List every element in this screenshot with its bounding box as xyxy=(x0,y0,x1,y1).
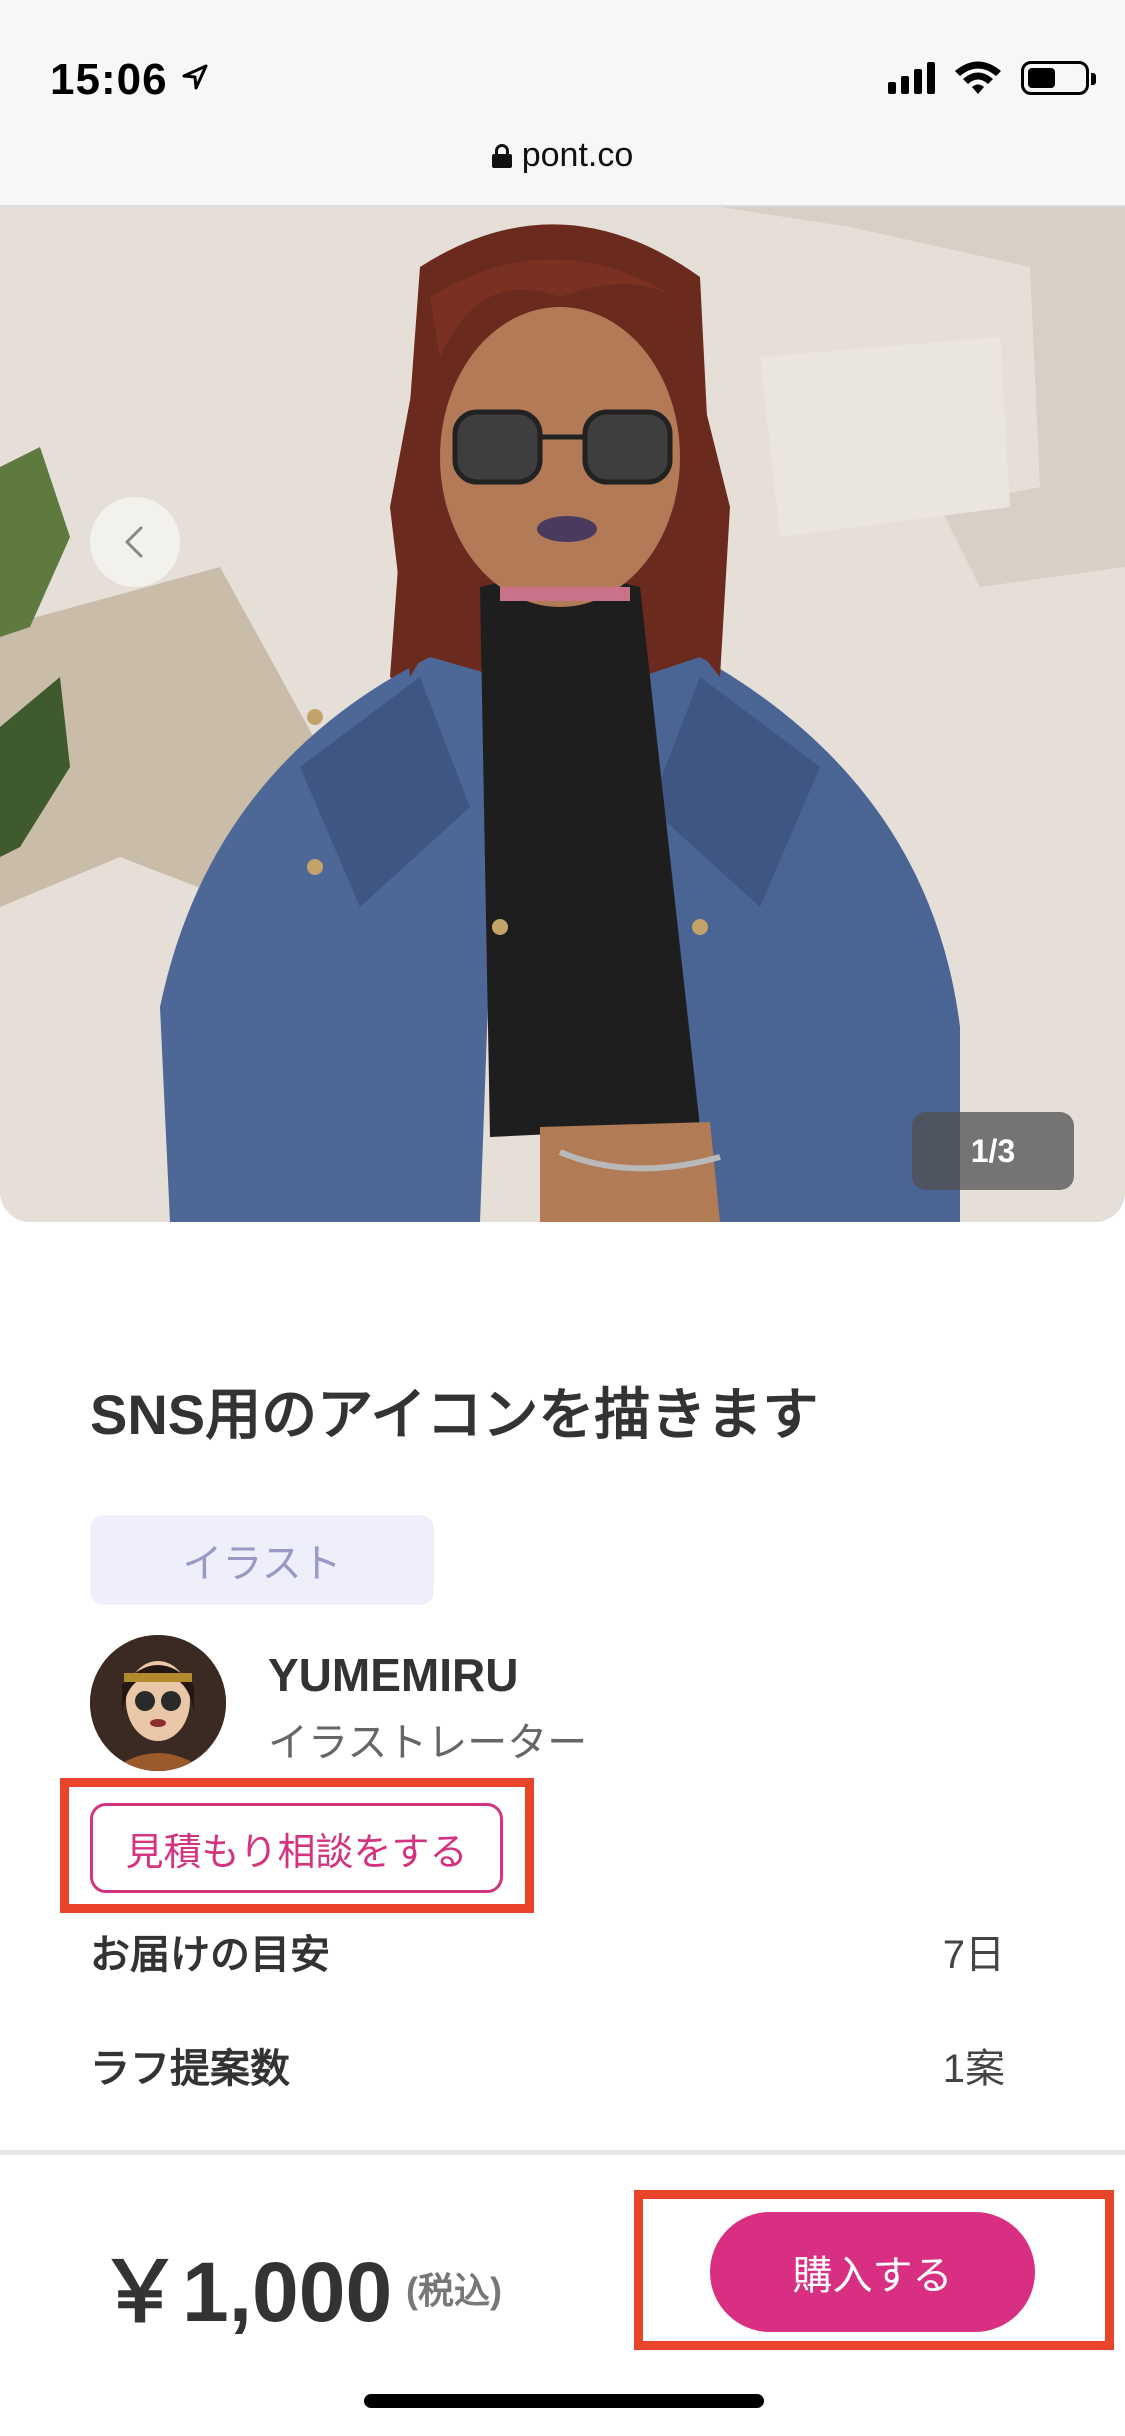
wifi-icon xyxy=(955,61,1001,94)
chevron-left-icon xyxy=(125,526,143,558)
highlight-consult-button xyxy=(60,1778,534,1913)
price: ￥1,000 xyxy=(98,2245,393,2339)
avatar-image xyxy=(90,1635,226,1771)
product-title: SNS用のアイコンを描きます xyxy=(90,1383,819,1446)
spec-value: 1案 xyxy=(942,2047,1005,2091)
url-text: pont.co xyxy=(521,136,634,174)
lock-icon xyxy=(491,144,512,168)
creator-name[interactable]: YUMEMIRU xyxy=(268,1648,518,1702)
back-button[interactable] xyxy=(90,497,180,587)
address-bar[interactable]: pont.co xyxy=(0,136,1125,175)
creator-role: イラストレーター xyxy=(268,1721,588,1765)
signal-icon xyxy=(888,62,935,94)
product-illustration xyxy=(0,207,1125,1222)
category-tag[interactable]: イラスト xyxy=(90,1515,434,1605)
browser-chrome: 15:06 pont.co xyxy=(0,0,1125,207)
spec-row-rough-count: ラフ提案数 1案 xyxy=(90,2036,1005,2094)
spec-row-delivery: お届けの目安 7日 xyxy=(90,1922,1005,1980)
product-image-carousel[interactable] xyxy=(0,207,1125,1222)
spec-label: お届けの目安 xyxy=(90,1933,330,1977)
highlight-buy-button xyxy=(634,2190,1114,2350)
home-indicator[interactable] xyxy=(364,2394,764,2408)
battery-icon xyxy=(1021,61,1096,95)
spec-value: 7日 xyxy=(942,1933,1005,1977)
spec-label: ラフ提案数 xyxy=(90,2047,290,2091)
creator-avatar[interactable] xyxy=(90,1635,226,1771)
location-arrow-icon xyxy=(182,64,208,90)
image-page-counter: 1/3 xyxy=(912,1112,1074,1190)
status-time: 15:06 xyxy=(50,55,168,104)
tax-note: (税込) xyxy=(406,2270,502,2311)
status-icons xyxy=(888,60,1096,96)
